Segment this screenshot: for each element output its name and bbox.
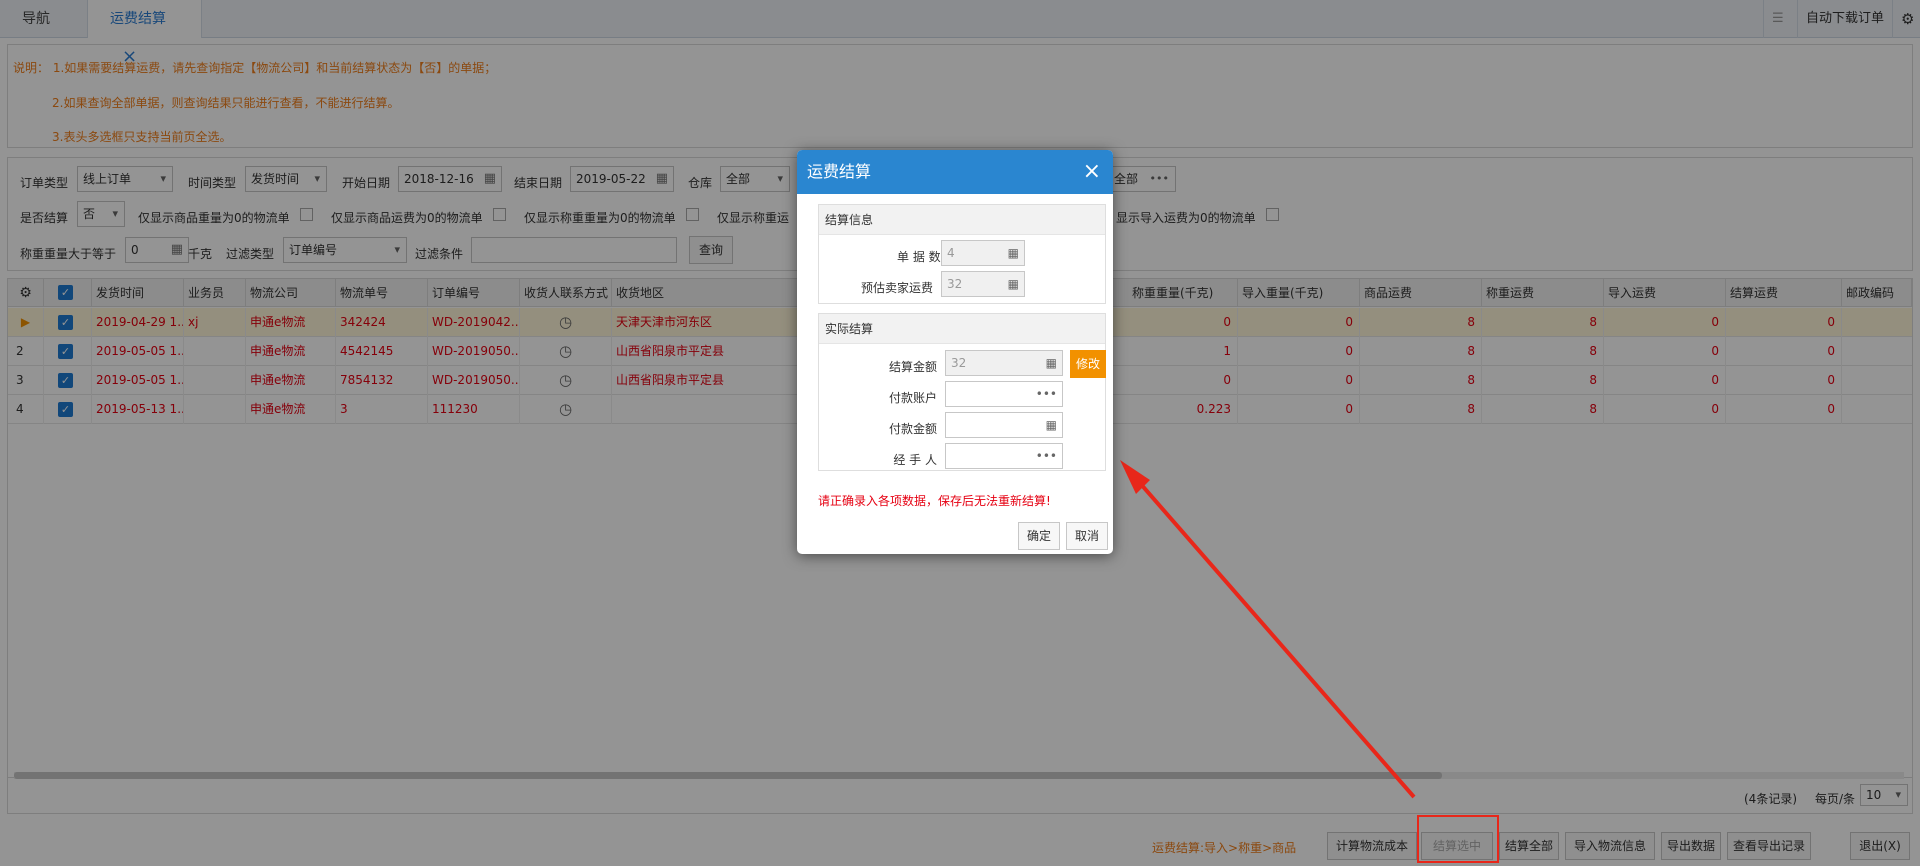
handler-input[interactable]: •••: [945, 443, 1063, 469]
settle-amount-value: 32: [951, 356, 967, 370]
annotation-highlight-box: [1417, 815, 1499, 863]
est-fee-value: 32: [947, 277, 963, 291]
freight-settlement-dialog: 运费结算 × 结算信息 单 据 数 4 ▦ 预估卖家运费 32 ▦ 实际结算 结算金…: [797, 150, 1113, 554]
warning-message: 请正确录入各项数据，保存后无法重新结算!: [818, 494, 1051, 508]
settle-amount-input: 32 ▦: [945, 350, 1063, 376]
calculator-icon[interactable]: ▦: [1046, 413, 1057, 437]
dialog-title: 运费结算: [807, 162, 872, 181]
est-fee-label: 预估卖家运费: [860, 281, 933, 295]
doc-count-label: 单 据 数: [897, 250, 941, 264]
settle-amount-label: 结算金额: [888, 360, 937, 374]
section-title: 结算信息: [819, 205, 1105, 235]
pay-amount-label: 付款金额: [888, 422, 937, 436]
dialog-header: 运费结算 ×: [797, 150, 1113, 194]
cancel-button[interactable]: 取消: [1066, 522, 1108, 550]
more-icon[interactable]: •••: [1036, 382, 1057, 406]
pay-account-input[interactable]: •••: [945, 381, 1063, 407]
calculator-icon: ▦: [1045, 356, 1057, 370]
doc-count-value: 4: [947, 246, 955, 260]
close-icon[interactable]: ×: [1083, 150, 1101, 194]
section-title: 实际结算: [819, 314, 1105, 344]
modify-button[interactable]: 修改: [1070, 350, 1106, 378]
more-icon[interactable]: •••: [1036, 444, 1057, 468]
calculator-icon: ▦: [1007, 246, 1019, 260]
pay-account-label: 付款账户: [888, 391, 937, 405]
ok-button[interactable]: 确定: [1018, 522, 1060, 550]
doc-count-input: 4 ▦: [941, 240, 1025, 266]
calculator-icon: ▦: [1007, 277, 1019, 291]
pay-amount-input[interactable]: ▦: [945, 412, 1063, 438]
est-fee-input: 32 ▦: [941, 271, 1025, 297]
handler-label: 经 手 人: [893, 453, 937, 467]
